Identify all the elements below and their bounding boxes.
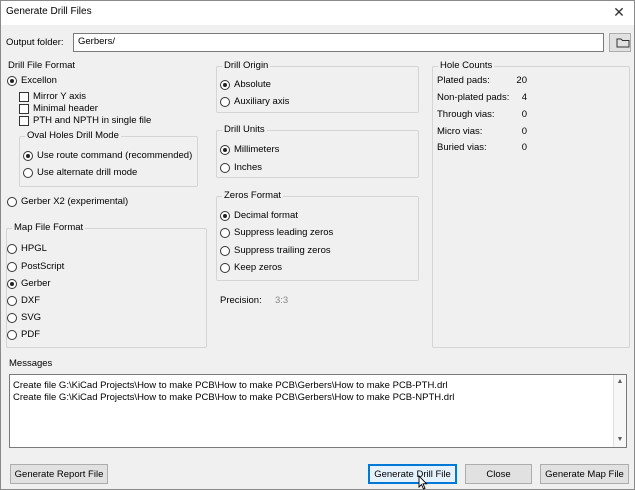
through-vias-label: Through vias: bbox=[437, 109, 495, 120]
close-button[interactable]: Close bbox=[465, 464, 532, 484]
precision-value: 3:3 bbox=[275, 295, 289, 306]
messages-title: Messages bbox=[9, 358, 53, 369]
buried-vias-value: 0 bbox=[521, 142, 527, 153]
excellon-radio[interactable]: Excellon bbox=[7, 75, 57, 86]
messages-scrollbar[interactable]: ▲ ▼ bbox=[613, 375, 626, 447]
buried-vias-label: Buried vias: bbox=[437, 142, 487, 153]
micro-vias-value: 0 bbox=[521, 126, 527, 137]
zeros-keep-radio[interactable]: Keep zeros bbox=[220, 262, 282, 273]
generate-map-file-button[interactable]: Generate Map File bbox=[540, 464, 629, 484]
folder-icon bbox=[616, 38, 630, 48]
zeros-decimal-radio[interactable]: Decimal format bbox=[220, 210, 298, 221]
scroll-up-icon[interactable]: ▲ bbox=[614, 376, 626, 388]
drill-file-format-title: Drill File Format bbox=[8, 60, 76, 71]
map-file-format-title: Map File Format bbox=[12, 222, 86, 233]
output-folder-label: Output folder: bbox=[6, 37, 64, 48]
micro-vias-label: Micro vias: bbox=[437, 126, 483, 137]
origin-auxiliary-radio[interactable]: Auxiliary axis bbox=[220, 96, 289, 107]
minimal-header-checkbox[interactable]: Minimal header bbox=[19, 103, 98, 114]
alternate-drill-mode-radio[interactable]: Use alternate drill mode bbox=[23, 167, 137, 178]
title-bar: Generate Drill Files ✕ bbox=[1, 1, 634, 25]
map-svg-radio[interactable]: SVG bbox=[7, 312, 41, 323]
output-folder-input[interactable]: Gerbers/ bbox=[73, 33, 604, 52]
message-line: Create file G:\KiCad Projects\How to mak… bbox=[13, 380, 448, 391]
nonplated-pads-label: Non-plated pads: bbox=[437, 92, 510, 103]
route-command-radio[interactable]: Use route command (recommended) bbox=[23, 150, 192, 161]
zeros-suppress-leading-radio[interactable]: Suppress leading zeros bbox=[220, 227, 333, 238]
origin-absolute-radio[interactable]: Absolute bbox=[220, 79, 271, 90]
zeros-format-title: Zeros Format bbox=[222, 190, 284, 201]
mirror-y-checkbox[interactable]: Mirror Y axis bbox=[19, 91, 86, 102]
mouse-cursor-icon bbox=[418, 475, 428, 490]
drill-units-title: Drill Units bbox=[222, 124, 267, 135]
window-title: Generate Drill Files bbox=[6, 6, 92, 17]
through-vias-value: 0 bbox=[521, 109, 527, 120]
plated-pads-value: 20 bbox=[516, 75, 527, 86]
oval-holes-title: Oval Holes Drill Mode bbox=[25, 130, 121, 141]
zeros-suppress-trailing-radio[interactable]: Suppress trailing zeros bbox=[220, 245, 331, 256]
nonplated-pads-value: 4 bbox=[521, 92, 527, 103]
hole-counts-title: Hole Counts bbox=[438, 60, 495, 71]
map-dxf-radio[interactable]: DXF bbox=[7, 295, 40, 306]
messages-box[interactable]: Create file G:\KiCad Projects\How to mak… bbox=[9, 374, 627, 448]
units-inches-radio[interactable]: Inches bbox=[220, 162, 262, 173]
gerber-x2-radio[interactable]: Gerber X2 (experimental) bbox=[7, 196, 128, 207]
map-hpgl-radio[interactable]: HPGL bbox=[7, 243, 47, 254]
browse-folder-button[interactable] bbox=[609, 33, 631, 52]
oval-holes-group: Oval Holes Drill Mode bbox=[19, 130, 198, 187]
scroll-down-icon[interactable]: ▼ bbox=[614, 434, 626, 446]
plated-pads-label: Plated pads: bbox=[437, 75, 490, 86]
pth-npth-single-checkbox[interactable]: PTH and NPTH in single file bbox=[19, 115, 151, 126]
map-pdf-radio[interactable]: PDF bbox=[7, 329, 40, 340]
message-line: Create file G:\KiCad Projects\How to mak… bbox=[13, 392, 455, 403]
drill-origin-title: Drill Origin bbox=[222, 60, 271, 71]
close-icon[interactable]: ✕ bbox=[610, 3, 628, 21]
generate-drill-file-button[interactable]: Generate Drill File bbox=[368, 464, 457, 484]
map-gerber-radio[interactable]: Gerber bbox=[7, 278, 51, 289]
generate-drill-files-dialog: Generate Drill Files ✕ Output folder: Ge… bbox=[0, 0, 635, 490]
map-postscript-radio[interactable]: PostScript bbox=[7, 261, 64, 272]
generate-report-file-button[interactable]: Generate Report File bbox=[10, 464, 108, 484]
precision-label: Precision: bbox=[220, 295, 262, 306]
units-mm-radio[interactable]: Millimeters bbox=[220, 144, 279, 155]
